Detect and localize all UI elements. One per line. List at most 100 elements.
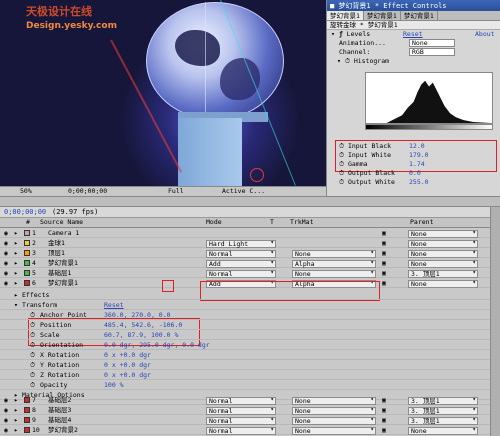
mode-select[interactable]: Normal [206,406,276,415]
layer-name[interactable]: 梦幻背景1 [48,279,78,288]
visibility-icon[interactable]: ◉ [4,239,8,248]
timecode-display[interactable]: 0;00;00;00 [68,187,107,196]
histogram-gradient-slider[interactable] [365,124,493,130]
effects-group[interactable]: ▸ Effects [0,291,500,300]
visibility-icon[interactable]: ◉ [4,249,8,258]
zoom-select[interactable]: 50% [20,187,32,196]
stopwatch-icon[interactable]: ⏱ [30,321,35,330]
layer-name[interactable]: 基础层1 [48,269,71,278]
expand-arrow-icon[interactable]: ▸ [14,416,18,425]
layer-row[interactable]: ◉ ▸ 2 金球1 Hard Light ▣ None [0,239,500,248]
property-value[interactable]: 0 x +0.0 dgr [104,351,151,360]
layer-row[interactable]: ◉ ▸ 9 基础层4 Normal None ▣ 3. 顶层1 [0,416,500,425]
mode-select[interactable]: Normal [206,426,276,435]
channel-select[interactable]: RGB [409,48,455,56]
trkmat-select[interactable]: None [292,426,376,435]
param-value[interactable]: 179.0 [409,151,429,160]
parent-select[interactable]: None [408,279,478,288]
expand-arrow-icon[interactable]: ▸ [14,279,18,288]
parent-select[interactable]: None [408,426,478,435]
col-source-name[interactable]: Source Name [40,218,83,226]
switch-icon[interactable]: ▣ [382,249,386,258]
parent-select[interactable]: 3. 顶层1 [408,396,478,405]
layer-row[interactable]: ◉ ▸ 10 梦幻背景2 Normal None ▣ None [0,426,500,435]
property-value[interactable]: 360.0, 270.0, 0.0 [104,311,171,320]
expand-arrow-icon[interactable]: ▸ [14,426,18,435]
layer-row[interactable]: ◉ ▸ 1 Camera 1 ▣ None [0,229,500,238]
stopwatch-icon[interactable]: ⏱ [30,341,35,350]
property-value[interactable]: 485.4, 542.6, -106.0 [104,321,182,330]
property-value[interactable]: 60.7, 87.9, 100.0 % [104,331,178,340]
switch-icon[interactable]: ▣ [382,426,386,435]
reset-link[interactable]: Reset [403,30,423,39]
switch-icon[interactable]: ▣ [382,406,386,415]
param-value[interactable]: 255.0 [409,178,429,187]
layer-name[interactable]: 基础层4 [48,416,71,425]
param-value[interactable]: 1.74 [409,160,425,169]
composition-viewer[interactable]: 天极设计在线 Design.yesky.com [0,0,326,196]
layer-row[interactable]: ◉ ▸ 8 基础层3 Normal None ▣ 3. 顶层1 [0,406,500,415]
col-trkmat[interactable]: TrkMat [290,218,313,226]
layer-row[interactable]: ◉ ▸ 5 基础层1 Normal None ▣ 3. 顶层1 [0,269,500,278]
visibility-icon[interactable]: ◉ [4,396,8,405]
layer-row[interactable]: ◉ ▸ 3 顶层1 Normal None ▣ None [0,249,500,258]
animation-presets-select[interactable]: None [409,39,455,47]
camera-view-select[interactable]: Active C... [222,187,265,196]
stopwatch-icon[interactable]: ⏱ [30,381,35,390]
mode-select[interactable]: Normal [206,396,276,405]
mode-select[interactable]: Hard Light [206,239,276,248]
visibility-icon[interactable]: ◉ [4,229,8,238]
visibility-icon[interactable]: ◉ [4,416,8,425]
property-value[interactable]: 0 x +0.0 dgr [104,361,151,370]
trkmat-select[interactable]: None [292,396,376,405]
parent-select[interactable]: None [408,259,478,268]
mode-select[interactable]: Normal [206,249,276,258]
layer-name[interactable]: 金球1 [48,239,65,248]
switch-icon[interactable]: ▣ [382,229,386,238]
switch-icon[interactable]: ▣ [382,269,386,278]
param-value[interactable]: 0.0 [409,169,421,178]
switch-icon[interactable]: ▣ [382,279,386,288]
layer-name[interactable]: Camera 1 [48,229,79,238]
parent-select[interactable]: 3. 顶层1 [408,416,478,425]
parent-select[interactable]: 3. 顶层1 [408,269,478,278]
parent-select[interactable]: None [408,239,478,248]
transform-group[interactable]: ▾ Transform Reset [0,301,500,310]
stopwatch-icon[interactable]: ⏱ [30,311,35,320]
stopwatch-icon[interactable]: ⏱ [30,351,35,360]
stopwatch-icon[interactable]: ⏱ [30,361,35,370]
visibility-icon[interactable]: ◉ [4,269,8,278]
resolution-select[interactable]: Full [168,187,184,196]
visibility-icon[interactable]: ◉ [4,426,8,435]
property-value[interactable]: 100 % [104,381,124,390]
expand-arrow-icon[interactable]: ▸ [14,406,18,415]
col-parent[interactable]: Parent [410,218,433,226]
trkmat-select[interactable]: None [292,249,376,258]
visibility-icon[interactable]: ◉ [4,406,8,415]
layer-name[interactable]: 顶层1 [48,249,65,258]
switch-icon[interactable]: ▣ [382,239,386,248]
expand-arrow-icon[interactable]: ▸ [14,239,18,248]
about-link[interactable]: About [475,30,495,39]
transform-reset-link[interactable]: Reset [104,301,124,310]
switch-icon[interactable]: ▣ [382,396,386,405]
expand-arrow-icon[interactable]: ▸ [14,249,18,258]
histogram-row[interactable]: ▾ ⏱ Histogram [327,57,500,66]
layer-name[interactable]: 梦幻背景1 [48,259,78,268]
expand-arrow-icon[interactable]: ▸ [14,229,18,238]
mode-select[interactable]: Add [206,259,276,268]
layer-name[interactable]: 基础层3 [48,406,71,415]
property-value[interactable]: 0.0 dgr, 295.0 dgr, 0.0 dgr [104,341,210,350]
layer-name[interactable]: 梦幻背景2 [48,426,78,435]
switch-icon[interactable]: ▣ [382,259,386,268]
current-time[interactable]: 0;00;00;00 [4,208,46,216]
col-mode[interactable]: Mode [206,218,222,226]
tab-bg1[interactable]: 梦幻背景1 [327,11,364,20]
mode-select[interactable]: Normal [206,269,276,278]
param-value[interactable]: 12.0 [409,142,425,151]
layer-row[interactable]: ◉ ▸ 4 梦幻背景1 Add Alpha ▣ None [0,259,500,268]
layer-name[interactable]: 基础层2 [48,396,71,405]
switch-icon[interactable]: ▣ [382,416,386,425]
visibility-icon[interactable]: ◉ [4,279,8,288]
levels-effect-row[interactable]: ▾ ƒ Levels Reset About [327,30,500,39]
